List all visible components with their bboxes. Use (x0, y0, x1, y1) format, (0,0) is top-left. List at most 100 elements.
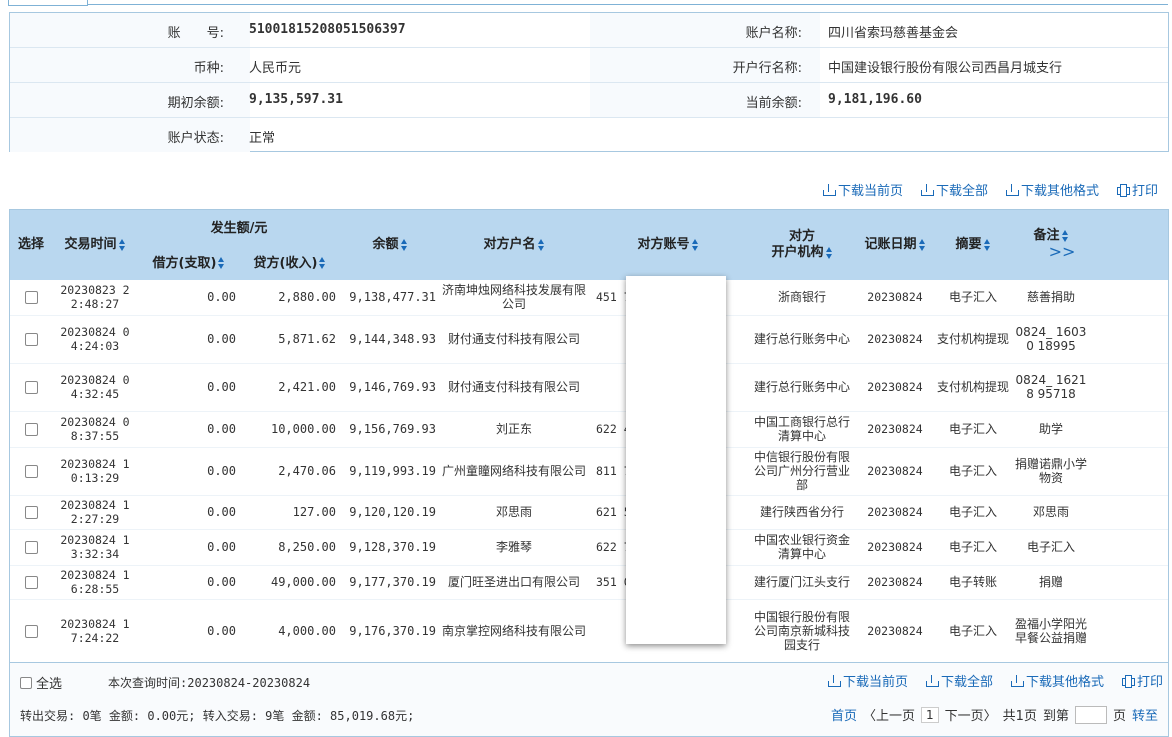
row-select-checkbox[interactable] (24, 541, 38, 554)
row-summary: 电子汇入 (934, 280, 1012, 316)
download-current-page-link[interactable]: 下载当前页 (827, 671, 908, 690)
header-counterparty-name[interactable]: 对方户名 (440, 210, 588, 280)
header-summary[interactable]: 摘要 (934, 210, 1012, 280)
row-spacer (1090, 363, 1168, 412)
row-credit: 127.00 (240, 495, 340, 530)
next-page-link[interactable]: 下一页〉 (945, 705, 997, 724)
account-no-value: 51001815208051506397 (249, 22, 406, 37)
row-select-checkbox[interactable] (24, 506, 38, 519)
sort-icon[interactable] (918, 238, 926, 251)
header-time[interactable]: 交易时间 (52, 210, 138, 280)
current-page-indicator[interactable]: 1 (921, 706, 939, 723)
row-post-date: 20230824 (856, 411, 934, 448)
row-debit: 0.00 (138, 529, 240, 566)
row-balance: 9,120,120.19 (340, 495, 440, 530)
table-row[interactable]: 20230823 22:48:27 0.00 2,880.00 9,138,477.3… (10, 280, 1168, 316)
download-all-link[interactable]: 下载全部 (920, 180, 988, 199)
download-all-link[interactable]: 下载全部 (925, 671, 993, 690)
go-button[interactable]: 转至 (1132, 705, 1158, 724)
sort-icon[interactable] (118, 238, 126, 251)
download-current-page-label: 下载当前页 (837, 184, 903, 199)
account-info-panel: 账 号: 51001815208051506397 账户名称: 四川省索玛慈善基… (9, 12, 1169, 152)
row-debit: 0.00 (138, 565, 240, 600)
download-other-formats-link[interactable]: 下载其他格式 (1010, 671, 1104, 690)
row-select-checkbox[interactable] (24, 381, 38, 394)
row-balance: 9,146,769.93 (340, 363, 440, 412)
row-select-checkbox[interactable] (24, 333, 38, 346)
row-summary: 支付机构提现 (934, 363, 1012, 412)
row-credit: 2,880.00 (240, 280, 340, 316)
row-credit: 5,871.62 (240, 315, 340, 364)
table-row[interactable]: 20230824 10:13:29 0.00 2,470.06 9,119,993.1… (10, 447, 1168, 496)
download-other-formats-link[interactable]: 下载其他格式 (1005, 180, 1099, 199)
bank-value: 中国建设银行股份有限公司西昌月城支行 (828, 61, 1063, 76)
header-balance[interactable]: 余额 (340, 210, 440, 280)
row-spacer (1090, 495, 1168, 530)
row-counterparty-bank: 建行陕西省分行 (748, 495, 856, 530)
transactions-table: 选择 交易时间 发生额/元 余额 对方户名 对方账号 对方 开户机构 记账日期 … (10, 210, 1168, 662)
row-credit: 2,470.06 (240, 447, 340, 496)
download-other-label: 下载其他格式 (1025, 675, 1104, 690)
header-post-date[interactable]: 记账日期 (856, 210, 934, 280)
header-debit[interactable]: 借方(支取) (138, 247, 240, 280)
row-select-checkbox[interactable] (24, 291, 38, 305)
currency-label: 币种: (193, 61, 224, 76)
prev-page-link[interactable]: 〈上一页 (863, 705, 915, 724)
header-counterparty-bank[interactable]: 对方 开户机构 (748, 210, 856, 280)
print-link[interactable]: 打印 (1116, 180, 1158, 199)
sort-icon[interactable] (319, 257, 326, 269)
row-spacer (1090, 447, 1168, 496)
header-credit[interactable]: 贷方(收入) (240, 247, 340, 280)
row-select-checkbox[interactable] (24, 423, 38, 436)
first-page-link[interactable]: 首页 (831, 705, 857, 724)
select-all-checkbox[interactable] (20, 676, 32, 689)
row-counterparty-bank: 建行总行账务中心 (748, 315, 856, 364)
row-post-date: 20230824 (856, 599, 934, 662)
active-tab[interactable] (8, 0, 88, 6)
download-current-page-label: 下载当前页 (842, 675, 908, 690)
row-credit: 8,250.00 (240, 529, 340, 566)
print-link[interactable]: 打印 (1121, 671, 1163, 690)
header-counterparty-account[interactable]: 对方账号 (588, 210, 748, 280)
more-columns-button[interactable]: >> (1049, 242, 1076, 261)
sort-icon[interactable] (1061, 229, 1069, 242)
row-balance: 9,176,370.19 (340, 599, 440, 662)
goto-page-input[interactable] (1074, 705, 1107, 724)
select-all-label[interactable]: 全选 (36, 673, 62, 692)
table-row[interactable]: 20230824 17:24:22 0.00 4,000.00 9,176,370.1… (10, 599, 1168, 662)
table-row[interactable]: 20230824 04:24:03 0.00 5,871.62 9,144,348.9… (10, 315, 1168, 364)
sort-icon[interactable] (983, 238, 991, 251)
header-remark-label: 备注 (1033, 228, 1060, 243)
sort-icon[interactable] (691, 238, 699, 251)
download-icon (1005, 183, 1019, 196)
row-balance: 9,177,370.19 (340, 565, 440, 600)
header-remark[interactable]: 备注>> (1012, 210, 1090, 280)
account-status-label: 账户状态: (167, 131, 224, 146)
row-checkbox (10, 529, 52, 566)
table-row[interactable]: 20230824 08:37:55 0.00 10,000.00 9,156,769.… (10, 411, 1168, 448)
row-counterparty-bank: 中国工商银行总行清算中心 (748, 411, 856, 448)
row-post-date: 20230824 (856, 495, 934, 530)
download-all-label: 下载全部 (940, 675, 993, 690)
sort-icon[interactable] (537, 238, 545, 251)
row-select-checkbox[interactable] (24, 465, 38, 478)
sort-icon[interactable] (400, 238, 408, 251)
table-row[interactable]: 20230824 12:27:29 0.00 127.00 9,120,120.19 邓… (10, 495, 1168, 530)
row-balance: 9,144,348.93 (340, 315, 440, 364)
sort-icon[interactable] (825, 246, 833, 259)
row-debit: 0.00 (138, 447, 240, 496)
row-debit: 0.00 (138, 495, 240, 530)
row-checkbox (10, 280, 52, 316)
row-select-checkbox[interactable] (24, 625, 38, 638)
table-row[interactable]: 20230824 16:28:55 0.00 49,000.00 9,177,370.… (10, 565, 1168, 600)
sort-icon[interactable] (218, 257, 225, 269)
download-toolbar-bottom: 下载当前页 下载全部 下载其他格式 打印 (810, 671, 1163, 690)
row-spacer (1090, 565, 1168, 600)
table-row[interactable]: 20230824 04:32:45 0.00 2,421.00 9,146,769.9… (10, 363, 1168, 412)
table-row[interactable]: 20230824 13:32:34 0.00 8,250.00 9,128,370.1… (10, 529, 1168, 566)
download-current-page-link[interactable]: 下载当前页 (822, 180, 903, 199)
page-unit-label: 页 (1112, 709, 1126, 724)
row-select-checkbox[interactable] (24, 576, 38, 589)
current-balance-label: 当前余额: (745, 96, 802, 111)
header-balance-label: 余额 (372, 237, 399, 252)
